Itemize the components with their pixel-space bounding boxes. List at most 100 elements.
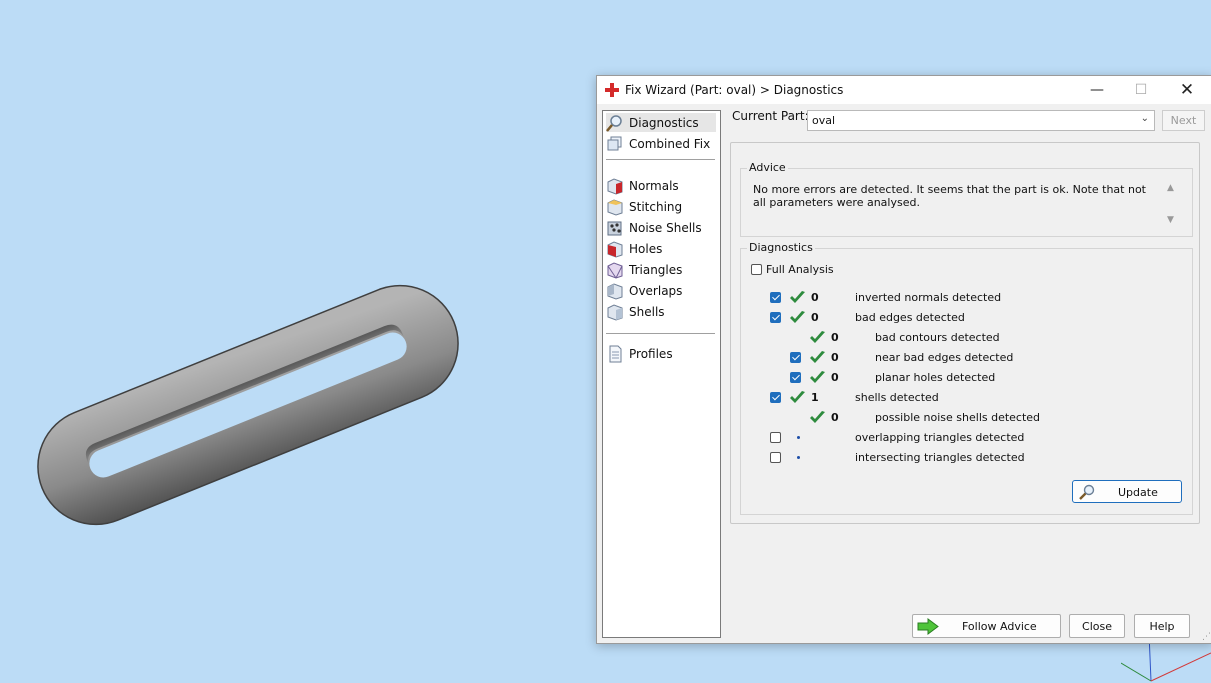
check-icon — [810, 351, 825, 363]
nav-item-shells[interactable]: Shells — [606, 302, 716, 321]
magnifier-icon — [606, 114, 622, 132]
nav-item-label: Overlaps — [629, 283, 683, 298]
holes-cube-icon — [607, 240, 623, 258]
arrow-right-icon — [917, 618, 939, 635]
diagnostic-checkbox[interactable] — [790, 372, 801, 383]
profiles-icon — [609, 345, 622, 362]
fix-wizard-dialog: Fix Wizard (Part: oval) > Diagnostics — … — [596, 75, 1211, 644]
scroll-down-icon[interactable]: ▼ — [1167, 215, 1174, 225]
update-label: Update — [1118, 486, 1158, 499]
window-title: Fix Wizard (Part: oval) > Diagnostics — [625, 83, 844, 97]
nav-item-profiles[interactable]: Profiles — [606, 344, 716, 363]
diagnostic-label: bad contours detected — [875, 331, 1000, 344]
full-analysis-option[interactable]: Full Analysis — [751, 263, 834, 276]
minimize-button[interactable]: — — [1075, 76, 1119, 104]
diagnostics-row: 0 bad edges detected — [741, 310, 1181, 326]
pending-dot-icon — [797, 436, 800, 439]
advice-text: No more errors are detected. It seems th… — [753, 183, 1146, 209]
diagnostic-label: shells detected — [855, 391, 939, 404]
oval-part-model[interactable] — [0, 0, 520, 560]
check-icon — [790, 311, 805, 323]
nav-item-label: Noise Shells — [629, 220, 702, 235]
nav-item-diagnostics[interactable]: Diagnostics — [606, 113, 716, 132]
nav-item-label: Triangles — [629, 262, 683, 277]
nav-item-label: Normals — [629, 178, 679, 193]
follow-advice-button[interactable]: Follow Advice — [912, 614, 1061, 638]
diagnostics-row: 0 possible noise shells detected — [741, 410, 1181, 426]
diagnostics-row: overlapping triangles detected — [741, 430, 1181, 446]
current-part-value: oval — [812, 114, 836, 127]
help-button[interactable]: Help — [1134, 614, 1190, 638]
check-icon — [790, 391, 805, 403]
nav-item-normals[interactable]: Normals — [606, 176, 716, 195]
title-bar[interactable]: Fix Wizard (Part: oval) > Diagnostics — … — [597, 76, 1211, 104]
diagnostic-checkbox[interactable] — [770, 452, 781, 463]
diagnostic-count: 0 — [831, 411, 839, 424]
update-button[interactable]: Update — [1072, 480, 1182, 503]
scroll-up-icon[interactable]: ▲ — [1167, 183, 1174, 193]
diagnostic-label: inverted normals detected — [855, 291, 1002, 304]
nav-item-label: Combined Fix — [629, 136, 711, 151]
nav-item-stitching[interactable]: Stitching — [606, 197, 716, 216]
diagnostic-count: 0 — [831, 351, 839, 364]
magnifier-icon — [1079, 484, 1095, 500]
chevron-down-icon: ⌄ — [1140, 113, 1149, 124]
diagnostics-row: 0 planar holes detected — [741, 370, 1181, 386]
nav-item-holes[interactable]: Holes — [606, 239, 716, 258]
nav-item-label: Profiles — [629, 346, 673, 361]
full-analysis-label: Full Analysis — [766, 263, 834, 276]
diagnostics-row: 1 shells detected — [741, 390, 1181, 406]
diagnostic-label: near bad edges detected — [875, 351, 1014, 364]
diagnostic-label: overlapping triangles detected — [855, 431, 1025, 444]
wizard-content-panel: Advice No more errors are detected. It s… — [730, 142, 1200, 524]
diagnostic-checkbox[interactable] — [770, 312, 781, 323]
red-cross-icon — [605, 83, 619, 97]
nav-item-overlaps[interactable]: Overlaps — [606, 281, 716, 300]
diagnostic-checkbox[interactable] — [770, 392, 781, 403]
diagnostics-row: 0 near bad edges detected — [741, 350, 1181, 366]
diagnostics-row: intersecting triangles detected — [741, 450, 1181, 466]
advice-title: Advice — [747, 161, 788, 174]
noise-shells-icon — [607, 221, 622, 235]
diagnostic-checkbox[interactable] — [770, 292, 781, 303]
diagnostics-group: Diagnostics Full Analysis 0 inverted norm… — [740, 241, 1193, 515]
cube-stack-icon — [607, 136, 622, 150]
diagnostic-count: 0 — [811, 311, 819, 324]
maximize-button[interactable]: ☐ — [1119, 76, 1163, 104]
diagnostics-title: Diagnostics — [747, 241, 815, 254]
nav-item-label: Stitching — [629, 199, 683, 214]
diagnostic-count: 0 — [831, 331, 839, 344]
follow-advice-label: Follow Advice — [962, 620, 1037, 633]
diagnostics-row: 0 inverted normals detected — [741, 290, 1181, 306]
nav-item-label: Holes — [629, 241, 663, 256]
diagnostic-label: intersecting triangles detected — [855, 451, 1025, 464]
resize-grip-icon[interactable]: ⋰ — [1202, 632, 1211, 642]
nav-item-noise-shells[interactable]: Noise Shells — [606, 218, 716, 237]
wizard-nav-list: Diagnostics Combined Fix Normals Stitchi… — [602, 110, 721, 638]
nav-item-triangles[interactable]: Triangles — [606, 260, 716, 279]
check-icon — [790, 291, 805, 303]
triangles-cube-icon — [607, 261, 623, 279]
current-part-select[interactable]: oval ⌄ — [807, 110, 1155, 131]
diagnostic-count: 1 — [811, 391, 819, 404]
diagnostic-count: 0 — [811, 291, 819, 304]
nav-item-label: Shells — [629, 304, 665, 319]
nav-divider — [606, 159, 715, 160]
next-button[interactable]: Next — [1162, 110, 1205, 131]
diagnostic-count: 0 — [831, 371, 839, 384]
close-button[interactable]: Close — [1069, 614, 1125, 638]
stitching-cube-icon — [607, 198, 623, 216]
diagnostic-checkbox[interactable] — [790, 352, 801, 363]
nav-divider — [606, 333, 715, 334]
current-part-label: Current Part: — [732, 109, 809, 123]
nav-item-combined-fix[interactable]: Combined Fix — [606, 134, 716, 153]
shells-cube-icon — [607, 303, 623, 321]
normals-cube-icon — [607, 177, 623, 195]
full-analysis-checkbox[interactable] — [751, 264, 762, 275]
advice-group: Advice No more errors are detected. It s… — [740, 161, 1193, 237]
overlaps-cube-icon — [607, 282, 623, 300]
close-window-button[interactable]: ✕ — [1165, 76, 1209, 104]
diagnostic-label: planar holes detected — [875, 371, 996, 384]
check-icon — [810, 411, 825, 423]
diagnostic-checkbox[interactable] — [770, 432, 781, 443]
